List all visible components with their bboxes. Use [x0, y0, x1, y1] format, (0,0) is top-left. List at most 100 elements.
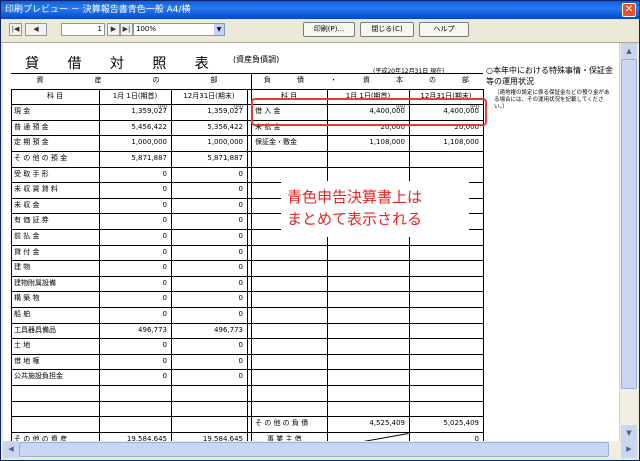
notes-body: （適地権の設定に係る保証金などの預り金がある場合には、その運用状況を記載してくだ…	[494, 90, 610, 110]
notes-panel: ○本年中における特殊事情・保証金等の運用状況 （適地権の設定に係る保証金などの預…	[486, 65, 614, 111]
asset-begin-value: 0	[162, 232, 167, 240]
horizontal-scrollbar[interactable]: ◀ ▶	[3, 441, 637, 458]
grid-line	[247, 88, 248, 441]
asset-end-value: 5,871,887	[207, 154, 243, 162]
document-title: 貸 借 対 照 表	[25, 56, 221, 72]
toolbar: |◀ ◀ 1 ▶ ▶| 100% ▼ 印刷(P)... 閉じる(C) ヘルプ	[1, 19, 639, 43]
prev-page-icon[interactable]: ◀	[25, 23, 47, 36]
asset-begin-value: 0	[162, 216, 167, 225]
asset-name: 普 通 預 金	[14, 122, 49, 131]
asset-begin-value: 19,584,645	[126, 434, 167, 441]
asset-end-value: 0	[238, 185, 243, 194]
asset-begin-value: 1,000,000	[131, 138, 167, 147]
preview-page: 貸 借 対 照 表 (資産負債調) (平成20年12月31日 現在) 資産の部負…	[3, 43, 619, 441]
asset-end-value: 0	[238, 341, 243, 350]
scroll-left-icon[interactable]: ◀	[3, 441, 19, 458]
asset-end-value: 0	[238, 200, 243, 209]
horizontal-scroll-thumb[interactable]	[19, 442, 609, 457]
callout-line-2: まとめて表示される	[287, 210, 423, 228]
asset-end-value: 0	[238, 310, 243, 318]
asset-begin-value: 0	[162, 341, 167, 350]
asset-begin-value: 0	[162, 263, 167, 272]
liab-header-char: 資	[363, 76, 370, 84]
asset-name: そ の 他 の 預 金	[14, 154, 68, 162]
close-button[interactable]: 閉じる(C)	[360, 22, 414, 37]
asset-end-value: 496,773	[214, 325, 243, 334]
scroll-up-icon[interactable]: ▲	[621, 43, 637, 59]
asset-name: 前 払 金	[14, 232, 40, 240]
callout-line-1: 青色申告決算書上は	[287, 188, 423, 206]
asset-end-value: 0	[238, 356, 243, 365]
grid-line	[171, 88, 172, 441]
window-title: 印刷プレビュー － 決算報告書青色一般 A4/横	[5, 5, 191, 15]
grid-line	[11, 88, 12, 441]
page-number-input[interactable]: 1	[61, 23, 105, 36]
col-item-header: 科 目	[46, 91, 64, 100]
asset-name: 建物附属設備	[14, 278, 56, 287]
asset-begin-value: 0	[162, 185, 167, 194]
chevron-down-icon[interactable]: ▼	[214, 24, 224, 35]
asset-begin-value: 0	[162, 247, 167, 256]
asset-begin-value: 0	[162, 200, 167, 209]
vertical-scroll-thumb[interactable]	[621, 59, 637, 389]
assets-header-char: 部	[210, 76, 218, 84]
asset-end-value: 0	[238, 247, 243, 256]
other-liab-begin: 4,525,409	[369, 419, 405, 428]
asset-begin-value: 0	[162, 294, 167, 303]
grid-line	[327, 88, 328, 441]
next-page-icon[interactable]: ▶	[107, 23, 120, 36]
asset-end-value: 0	[238, 216, 243, 225]
title-bar: 印刷プレビュー － 決算報告書青色一般 A4/横 ✕	[1, 1, 639, 19]
close-window-button[interactable]: ✕	[622, 3, 636, 17]
asset-begin-value: 0	[162, 310, 167, 318]
asset-name: 土 地	[14, 341, 31, 350]
asset-end-value: 0	[238, 263, 243, 272]
asset-begin-value: 5,871,887	[131, 154, 167, 162]
asset-begin-value: 0	[162, 278, 167, 287]
zoom-value: 100%	[136, 25, 157, 33]
scroll-right-icon[interactable]: ▶	[621, 441, 637, 458]
callout-annotation: 青色申告決算書上は まとめて表示される	[281, 181, 469, 237]
grid-line	[409, 88, 410, 441]
asset-begin-value: 0	[162, 169, 167, 178]
scroll-down-icon[interactable]: ▼	[621, 425, 637, 441]
first-page-icon[interactable]: |◀	[9, 23, 22, 36]
asset-end-value: 0	[238, 372, 243, 381]
asset-end-value: 0	[238, 294, 243, 303]
asset-end-value: 5,356,422	[207, 122, 243, 131]
preview-window: 印刷プレビュー － 決算報告書青色一般 A4/横 ✕ |◀ ◀ 1 ▶ ▶| 1…	[0, 0, 640, 461]
asset-name: そ の 他 の 資 産	[14, 434, 68, 441]
asset-end-value: 19,584,645	[202, 434, 243, 441]
asset-begin-value: 5,456,422	[131, 122, 167, 131]
yen-unit: (円)	[234, 104, 243, 111]
asset-name: 定 期 預 金	[14, 138, 49, 147]
asset-begin-value: 496,773	[138, 325, 167, 334]
assets-header-char: の	[152, 76, 160, 84]
asset-name: 借 地 権	[14, 356, 40, 365]
asset-name: 未 収 金	[14, 200, 40, 209]
grid-line	[483, 88, 484, 441]
asset-name: 公共施設負担金	[14, 372, 63, 381]
document-subtitle: (資産負債調)	[233, 55, 280, 64]
grid-line	[99, 88, 100, 441]
help-button[interactable]: ヘルプ	[419, 22, 469, 37]
print-button[interactable]: 印刷(P)...	[303, 22, 355, 37]
liab-header-char: の	[429, 76, 436, 84]
liab-header-char: 本	[396, 76, 403, 84]
vertical-scrollbar[interactable]: ▲ ▼	[619, 43, 638, 441]
asset-begin-value: 0	[162, 356, 167, 365]
diagonal-line	[329, 432, 409, 441]
asset-name: 未 収 賃 貸 料	[14, 185, 58, 194]
liability-name: 保証金・敷金	[255, 138, 297, 147]
highlight-box	[251, 98, 487, 126]
zoom-select[interactable]: 100% ▼	[133, 23, 225, 36]
balance-sheet-table: 資産の部負債・資本の部科 目 1月 1日(期首) 12月31日(期末) 科 目 1月 1…	[11, 73, 484, 441]
asset-name: 受 取 手 形	[14, 169, 49, 178]
asset-end-value: 1,000,000	[207, 138, 243, 147]
liab-header-char: 部	[462, 76, 469, 84]
asset-name: 有 価 証 券	[14, 216, 49, 225]
asset-name: 工具器具備品	[14, 325, 56, 334]
other-liab-name: そ の 他 の 負 債	[255, 419, 309, 428]
asset-end-value: 0	[238, 278, 243, 287]
last-page-icon[interactable]: ▶|	[120, 23, 133, 36]
